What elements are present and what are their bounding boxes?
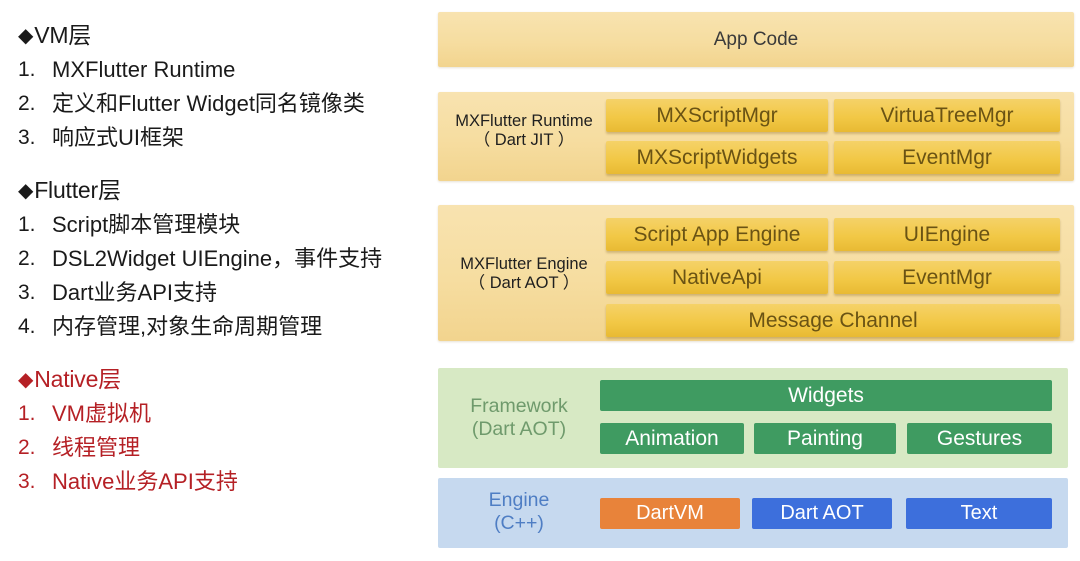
cell-nativeapi[interactable]: NativeApi (606, 261, 828, 294)
cell-dartvm[interactable]: DartVM (600, 498, 740, 529)
band-mxflutter-runtime-label-line2: （ Dart JIT ） (473, 131, 575, 150)
bullet-group-flutter-title-text: Flutter层 (34, 177, 121, 203)
cell-gestures[interactable]: Gestures (907, 423, 1052, 454)
list-item: 3. 响应式UI框架 (18, 121, 430, 155)
bullet-group-flutter-title: ◆Flutter层 (18, 173, 430, 208)
band-mxflutter-engine-label-line2: （ Dart AOT ） (468, 274, 580, 293)
list-item: 3. Dart业务API支持 (18, 276, 430, 310)
list-item-label: MXFlutter Runtime (52, 57, 236, 82)
cell-text[interactable]: Text (906, 498, 1052, 529)
bullet-group-flutter: ◆Flutter层 1. Script脚本管理模块 2. DSL2Widget … (18, 173, 430, 344)
bullet-list-pane: ◆VM层 1. MXFlutter Runtime 2. 定义和Flutter … (0, 0, 430, 561)
band-mxflutter-engine-label: MXFlutter Engine （ Dart AOT ） (444, 255, 604, 294)
list-item-label: 内存管理,对象生命周期管理 (52, 314, 323, 339)
list-item-number: 3. (18, 470, 36, 493)
bullet-group-vm-title: ◆VM层 (18, 18, 430, 53)
bullet-group-native-title-text: Native层 (34, 366, 121, 392)
cell-painting[interactable]: Painting (754, 423, 896, 454)
bullet-group-native-title: ◆Native层 (18, 362, 430, 397)
cell-animation[interactable]: Animation (600, 423, 744, 454)
cell-widgets[interactable]: Widgets (600, 380, 1052, 411)
bullet-group-vm-title-text: VM层 (34, 22, 92, 48)
cell-message-channel[interactable]: Message Channel (606, 304, 1060, 337)
band-mxflutter-engine-label-line1: MXFlutter Engine (460, 255, 588, 273)
diamond-bullet-icon: ◆ (18, 180, 34, 202)
architecture-diagram: App Code MXFlutter Runtime （ Dart JIT ） … (430, 0, 1080, 561)
diamond-bullet-icon: ◆ (18, 369, 34, 391)
band-engine-native-label: Engine (C++) (444, 489, 594, 535)
band-mxflutter-runtime-label-line1: MXFlutter Runtime (455, 112, 593, 130)
cell-script-app-engine[interactable]: Script App Engine (606, 218, 828, 251)
list-item: 2. 线程管理 (18, 431, 430, 465)
list-item: 1. VM虚拟机 (18, 397, 430, 431)
cell-eventmgr-runtime[interactable]: EventMgr (834, 141, 1060, 174)
diamond-bullet-icon: ◆ (18, 25, 34, 47)
bullet-group-native: ◆Native层 1. VM虚拟机 2. 线程管理 3. Native业务API… (18, 362, 430, 499)
cell-mxscriptwidgets[interactable]: MXScriptWidgets (606, 141, 828, 174)
band-mxflutter-runtime-label: MXFlutter Runtime （ Dart JIT ） (444, 112, 604, 151)
cell-eventmgr-engine[interactable]: EventMgr (834, 261, 1060, 294)
cell-dart-aot[interactable]: Dart AOT (752, 498, 892, 529)
list-item-number: 3. (18, 281, 36, 304)
band-app-code-label: App Code (713, 28, 799, 50)
list-item-number: 4. (18, 315, 36, 338)
list-item-label: DSL2Widget UIEngine，事件支持 (52, 246, 383, 271)
band-engine-native-label-line2: (C++) (494, 512, 544, 534)
list-item: 2. 定义和Flutter Widget同名镜像类 (18, 87, 430, 121)
list-item: 1. MXFlutter Runtime (18, 53, 430, 87)
list-item: 2. DSL2Widget UIEngine，事件支持 (18, 242, 430, 276)
cell-mxscriptmgr[interactable]: MXScriptMgr (606, 99, 828, 132)
list-item-number: 2. (18, 247, 36, 270)
list-item: 4. 内存管理,对象生命周期管理 (18, 310, 430, 344)
list-item: 1. Script脚本管理模块 (18, 208, 430, 242)
list-item-label: Script脚本管理模块 (52, 212, 241, 237)
list-item-label: 线程管理 (52, 435, 141, 460)
cell-uiengine[interactable]: UIEngine (834, 218, 1060, 251)
bullet-group-vm: ◆VM层 1. MXFlutter Runtime 2. 定义和Flutter … (18, 18, 430, 155)
list-item-label: 定义和Flutter Widget同名镜像类 (52, 91, 365, 116)
band-framework-label-line2: (Dart AOT) (471, 418, 567, 440)
list-item-number: 2. (18, 436, 36, 459)
list-item-number: 1. (18, 213, 36, 236)
list-item-number: 1. (18, 58, 36, 81)
band-framework-label-line1: Framework (470, 395, 568, 417)
list-item-label: Dart业务API支持 (52, 280, 218, 305)
cell-virtuatreemgr[interactable]: VirtuaTreeMgr (834, 99, 1060, 132)
list-item-number: 1. (18, 402, 36, 425)
band-framework-label: Framework (Dart AOT) (444, 395, 594, 441)
list-item-label: Native业务API支持 (52, 469, 238, 494)
list-item: 3. Native业务API支持 (18, 465, 430, 499)
list-item-label: VM虚拟机 (52, 401, 152, 426)
list-item-label: 响应式UI框架 (52, 125, 185, 150)
band-engine-native-label-line1: Engine (488, 489, 550, 511)
list-item-number: 3. (18, 126, 36, 149)
list-item-number: 2. (18, 92, 36, 115)
